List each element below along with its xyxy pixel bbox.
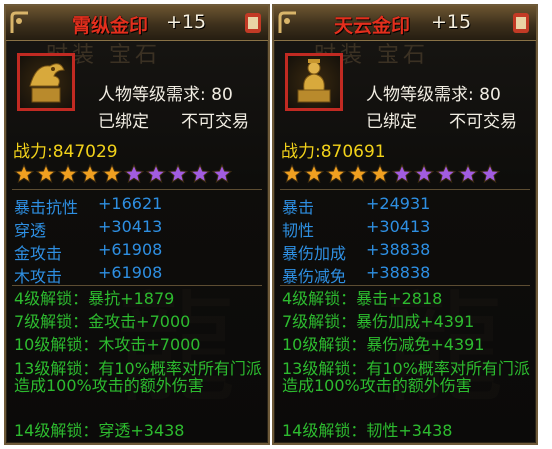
attribute-label: 穿透 [14, 221, 47, 240]
title-bar: 霄纵金印 +15 [6, 6, 268, 41]
phoenix-seal-icon [29, 63, 65, 103]
attribute-value: +30413 [98, 217, 163, 236]
attribute-row: 金攻击 +61908 [14, 240, 162, 264]
attribute-row: 暴伤减免 +38838 [282, 263, 430, 287]
attribute-label: 金攻击 [14, 244, 63, 263]
scroll-ornament-icon [513, 13, 529, 33]
attribute-label: 暴伤减免 [282, 267, 347, 286]
scroll-ornament-icon [245, 13, 261, 33]
purple-star-icon [123, 163, 145, 184]
attribute-label: 韧性 [282, 221, 315, 240]
figure-seal-icon [297, 59, 331, 103]
attribute-label: 木攻击 [14, 267, 63, 286]
attribute-row: 暴击抗性 +16621 [14, 194, 162, 218]
unlock-bonus: 13级解锁：有10%概率对所有门派造成100%攻击的额外伤害 [282, 359, 530, 395]
purple-star-icon [479, 163, 501, 184]
unlock-bonus: 10级解锁：暴伤减免+4391 [282, 335, 485, 354]
bound-status: 已绑定 [366, 112, 417, 132]
unlock-bonus: 4级解锁：暴击+2818 [282, 289, 443, 308]
purple-star-icon [435, 163, 457, 184]
unlock-bonus: 4级解锁：暴抗+1879 [14, 289, 175, 308]
purple-star-icon [391, 163, 413, 184]
attribute-row: 韧性 +30413 [282, 217, 430, 241]
purple-star-icon [211, 163, 233, 184]
item-name: 天云金印 [334, 15, 411, 37]
gold-star-icon [347, 163, 369, 184]
star-rating [281, 163, 502, 186]
item-name: 霄纵金印 [72, 15, 149, 37]
purple-star-icon [167, 163, 189, 184]
purple-star-icon [145, 163, 167, 184]
gold-star-icon [57, 163, 79, 184]
attribute-value: +30413 [366, 217, 431, 236]
attribute-value: +61908 [98, 263, 163, 282]
attribute-row: 暴击 +24931 [282, 194, 430, 218]
item-enhance-level: +15 [166, 11, 207, 33]
title-bar: 天云金印 +15 [274, 6, 536, 41]
divider [12, 285, 262, 286]
star-rating [13, 163, 234, 186]
attribute-value: +38838 [366, 263, 431, 282]
divider [280, 189, 530, 190]
corner-ornament-icon [278, 11, 296, 33]
attribute-value: +61908 [98, 240, 163, 259]
unlock-bonus: 7级解锁：暴伤加成+4391 [282, 312, 475, 331]
attribute-value: +24931 [366, 194, 431, 213]
gold-star-icon [281, 163, 303, 184]
item-tooltip-right: 天云金印 +15 时装 宝石 龍 人物等级需求: 80 已绑定 不可交易 战力:… [272, 4, 538, 445]
purple-star-icon [189, 163, 211, 184]
attribute-row: 穿透 +30413 [14, 217, 162, 241]
trade-status: 不可交易 [181, 112, 249, 132]
gold-star-icon [13, 163, 35, 184]
divider [280, 285, 530, 286]
attribute-label: 暴击 [282, 198, 315, 217]
gold-star-icon [79, 163, 101, 184]
attribute-value: +38838 [366, 240, 431, 259]
gold-star-icon [369, 163, 391, 184]
attribute-row: 暴伤加成 +38838 [282, 240, 430, 264]
gold-star-icon [101, 163, 123, 184]
attribute-label: 暴伤加成 [282, 244, 347, 263]
level-requirement: 人物等级需求: 80 [366, 85, 501, 105]
unlock-bonus: 13级解锁：有10%概率对所有门派造成100%攻击的额外伤害 [14, 359, 262, 395]
gold-star-icon [325, 163, 347, 184]
attribute-label: 暴击抗性 [14, 198, 79, 217]
gold-star-icon [35, 163, 57, 184]
divider [12, 189, 262, 190]
item-icon[interactable] [285, 53, 343, 111]
item-enhance-level: +15 [431, 11, 472, 33]
item-tooltip-left: 霄纵金印 +15 时装 宝石 龍 人物等级需求: 80 已绑定 不可交易 战力:… [4, 4, 270, 445]
level-requirement: 人物等级需求: 80 [98, 85, 233, 105]
unlock-bonus: 14级解锁：韧性+3438 [282, 421, 453, 440]
trade-status: 不可交易 [449, 112, 517, 132]
purple-star-icon [413, 163, 435, 184]
unlock-bonus: 7级解锁：金攻击+7000 [14, 312, 191, 331]
unlock-bonus: 10级解锁：木攻击+7000 [14, 335, 201, 354]
purple-star-icon [457, 163, 479, 184]
gold-star-icon [303, 163, 325, 184]
unlock-bonus: 14级解锁：穿透+3438 [14, 421, 185, 440]
attribute-value: +16621 [98, 194, 163, 213]
item-icon[interactable] [17, 53, 75, 111]
combat-power: 战力:847029 [13, 142, 118, 162]
corner-ornament-icon [10, 11, 28, 33]
combat-power: 战力:870691 [281, 142, 386, 162]
attribute-row: 木攻击 +61908 [14, 263, 162, 287]
bound-status: 已绑定 [98, 112, 149, 132]
